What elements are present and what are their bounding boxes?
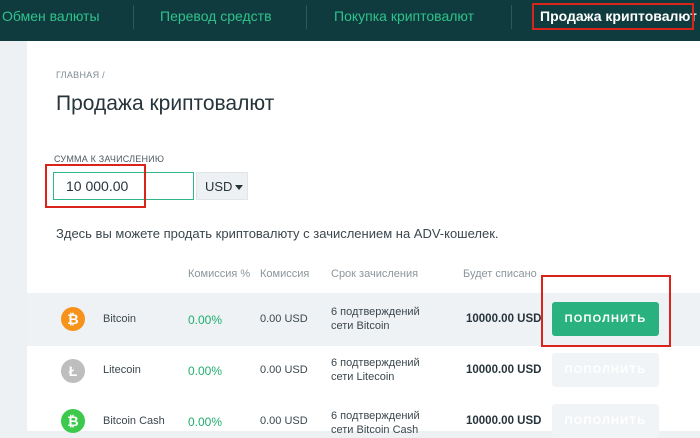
- nav-divider: [133, 5, 134, 29]
- currency-select[interactable]: USD: [196, 172, 248, 200]
- coin-name: Bitcoin Cash: [103, 415, 165, 427]
- debit-amount: 10000.00 USD: [466, 313, 542, 325]
- nav-currency-exchange[interactable]: Обмен валюты: [2, 0, 100, 32]
- fee-amount: 0.00 USD: [260, 364, 308, 376]
- amount-label: СУММА К ЗАЧИСЛЕНИЮ: [54, 154, 165, 164]
- nav-divider: [511, 5, 512, 29]
- currency-value: USD: [205, 179, 233, 194]
- header-fee: Комиссия: [260, 268, 310, 280]
- breadcrumb[interactable]: ГЛАВНАЯ /: [56, 70, 105, 80]
- caret-down-icon: [235, 185, 243, 190]
- bitcoin-icon: ₿: [61, 307, 85, 331]
- coin-name: Bitcoin: [103, 313, 137, 325]
- nav-buy-crypto[interactable]: Покупка криптовалют: [334, 0, 474, 32]
- header-fee-percent: Комиссия %: [188, 268, 251, 280]
- header-term: Срок зачисления: [331, 268, 419, 280]
- nav-divider: [306, 5, 307, 29]
- credit-term: 6 подтверждений сети Bitcoin: [331, 306, 420, 332]
- coin-name: Litecoin: [103, 364, 141, 376]
- page-title: Продажа криптовалют: [56, 92, 275, 115]
- debit-amount: 10000.00 USD: [466, 415, 542, 427]
- description-text: Здесь вы можете продать криптовалюту с з…: [56, 226, 499, 241]
- fee-percent: 0.00%: [188, 313, 223, 327]
- header-debit: Будет списано: [463, 268, 537, 280]
- topup-button-bitcoin[interactable]: ПОПОЛНИТЬ: [552, 302, 659, 336]
- fee-percent: 0.00%: [188, 415, 223, 429]
- amount-input[interactable]: [53, 172, 194, 200]
- nav-money-transfer[interactable]: Перевод средств: [160, 0, 272, 32]
- credit-term: 6 подтверждений сети Litecoin: [331, 357, 420, 383]
- fee-amount: 0.00 USD: [260, 313, 308, 325]
- nav-sell-crypto[interactable]: Продажа криптовалют: [540, 0, 697, 32]
- fee-amount: 0.00 USD: [260, 415, 308, 427]
- debit-amount: 10000.00 USD: [466, 364, 542, 376]
- topup-button-litecoin[interactable]: ПОПОЛНИТЬ: [552, 353, 659, 387]
- fee-percent: 0.00%: [188, 364, 223, 378]
- litecoin-icon: Ł: [61, 359, 85, 383]
- top-navigation: Обмен валюты Перевод средств Покупка кри…: [0, 0, 700, 41]
- bitcoin-cash-icon: ₿: [61, 409, 85, 433]
- topup-button-bitcoin-cash[interactable]: ПОПОЛНИТЬ: [552, 404, 659, 438]
- credit-term: 6 подтверждений сети Bitcoin Cash: [331, 410, 420, 436]
